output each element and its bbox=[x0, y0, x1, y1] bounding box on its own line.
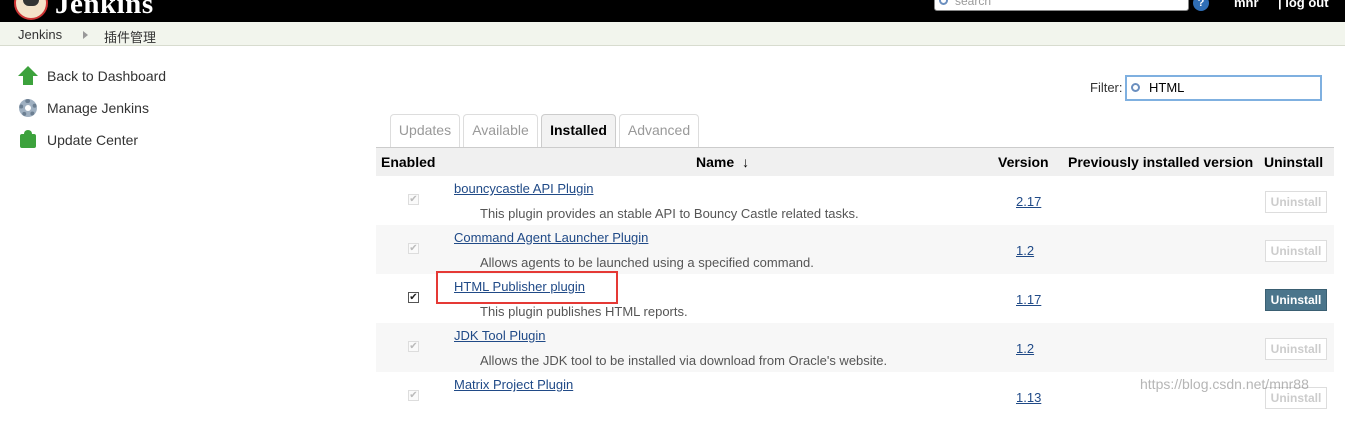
jenkins-logo-icon[interactable] bbox=[14, 0, 48, 20]
column-name[interactable]: Name ↓ bbox=[696, 154, 749, 170]
enabled-checkbox: ✔ bbox=[408, 243, 419, 254]
plugin-version-link[interactable]: 2.17 bbox=[1016, 194, 1041, 209]
enabled-checkbox[interactable]: ✔ bbox=[408, 292, 419, 303]
sort-arrow-icon[interactable]: ↓ bbox=[742, 154, 749, 170]
table-header: Enabled Name ↓ Version Previously install… bbox=[376, 147, 1334, 176]
plugin-description: Allows the JDK tool to be installed via … bbox=[480, 353, 888, 368]
tab-advanced[interactable]: Advanced bbox=[619, 114, 699, 147]
plugin-name-link[interactable]: bouncycastle API Plugin bbox=[454, 181, 593, 196]
filter-input[interactable]: HTML bbox=[1125, 75, 1322, 101]
plugin-name-link[interactable]: Command Agent Launcher Plugin bbox=[454, 230, 648, 245]
watermark: https://blog.csdn.net/mnr88 bbox=[1140, 376, 1309, 392]
arrow-up-icon bbox=[18, 66, 38, 86]
top-header: Jenkins search ? mnr | log out bbox=[0, 0, 1345, 22]
uninstall-button[interactable]: Uninstall bbox=[1265, 289, 1327, 311]
plugin-name-link[interactable]: Matrix Project Plugin bbox=[454, 377, 573, 392]
plugin-description: Allows agents to be launched using a spe… bbox=[480, 255, 814, 270]
enabled-checkbox: ✔ bbox=[408, 390, 419, 401]
column-uninstall[interactable]: Uninstall bbox=[1264, 154, 1323, 170]
breadcrumb-jenkins[interactable]: Jenkins bbox=[18, 27, 62, 42]
table-row: ✔ JDK Tool Plugin Allows the JDK tool to… bbox=[376, 323, 1334, 372]
plugin-version-link[interactable]: 1.2 bbox=[1016, 341, 1034, 356]
plugin-version-link[interactable]: 1.17 bbox=[1016, 292, 1041, 307]
filter-label: Filter: bbox=[1090, 80, 1123, 95]
search-icon bbox=[1131, 83, 1140, 92]
column-version[interactable]: Version bbox=[998, 154, 1049, 170]
search-input[interactable]: search bbox=[934, 0, 1189, 11]
breadcrumb: Jenkins 插件管理 bbox=[0, 22, 1345, 46]
sidebar-item-label[interactable]: Manage Jenkins bbox=[47, 100, 149, 116]
sidebar-item-label[interactable]: Update Center bbox=[47, 132, 138, 148]
plugin-version-link[interactable]: 1.2 bbox=[1016, 243, 1034, 258]
gear-icon bbox=[18, 98, 38, 118]
puzzle-icon bbox=[18, 130, 38, 150]
enabled-checkbox: ✔ bbox=[408, 341, 419, 352]
help-icon[interactable]: ? bbox=[1193, 0, 1209, 11]
sidebar-item-label[interactable]: Back to Dashboard bbox=[47, 68, 166, 84]
column-name-label[interactable]: Name bbox=[696, 154, 734, 170]
breadcrumb-separator-icon[interactable] bbox=[83, 31, 88, 39]
filter-value: HTML bbox=[1149, 80, 1185, 95]
tab-installed[interactable]: Installed bbox=[541, 114, 616, 147]
search-placeholder: search bbox=[955, 0, 992, 8]
plugin-name-link[interactable]: JDK Tool Plugin bbox=[454, 328, 546, 343]
plugin-description: This plugin publishes HTML reports. bbox=[480, 304, 688, 319]
logo-text[interactable]: Jenkins bbox=[55, 0, 154, 21]
table-row: ✔ Command Agent Launcher Plugin Allows a… bbox=[376, 225, 1334, 274]
logout-link[interactable]: | log out bbox=[1278, 0, 1329, 10]
breadcrumb-plugin-manager[interactable]: 插件管理 bbox=[104, 27, 156, 46]
enabled-checkbox: ✔ bbox=[408, 194, 419, 205]
column-previous-version[interactable]: Previously installed version bbox=[1068, 154, 1253, 170]
tab-available[interactable]: Available bbox=[463, 114, 538, 147]
column-enabled[interactable]: Enabled bbox=[381, 154, 435, 170]
highlight-annotation-box bbox=[436, 271, 618, 304]
table-row: ✔ bouncycastle API Plugin This plugin pr… bbox=[376, 176, 1334, 225]
user-link[interactable]: mnr bbox=[1234, 0, 1259, 10]
search-icon bbox=[939, 0, 948, 5]
uninstall-button: Uninstall bbox=[1265, 240, 1327, 262]
uninstall-button: Uninstall bbox=[1265, 338, 1327, 360]
plugin-description: This plugin provides an stable API to Bo… bbox=[480, 206, 859, 221]
uninstall-button: Uninstall bbox=[1265, 191, 1327, 213]
tab-updates[interactable]: Updates bbox=[390, 114, 460, 147]
